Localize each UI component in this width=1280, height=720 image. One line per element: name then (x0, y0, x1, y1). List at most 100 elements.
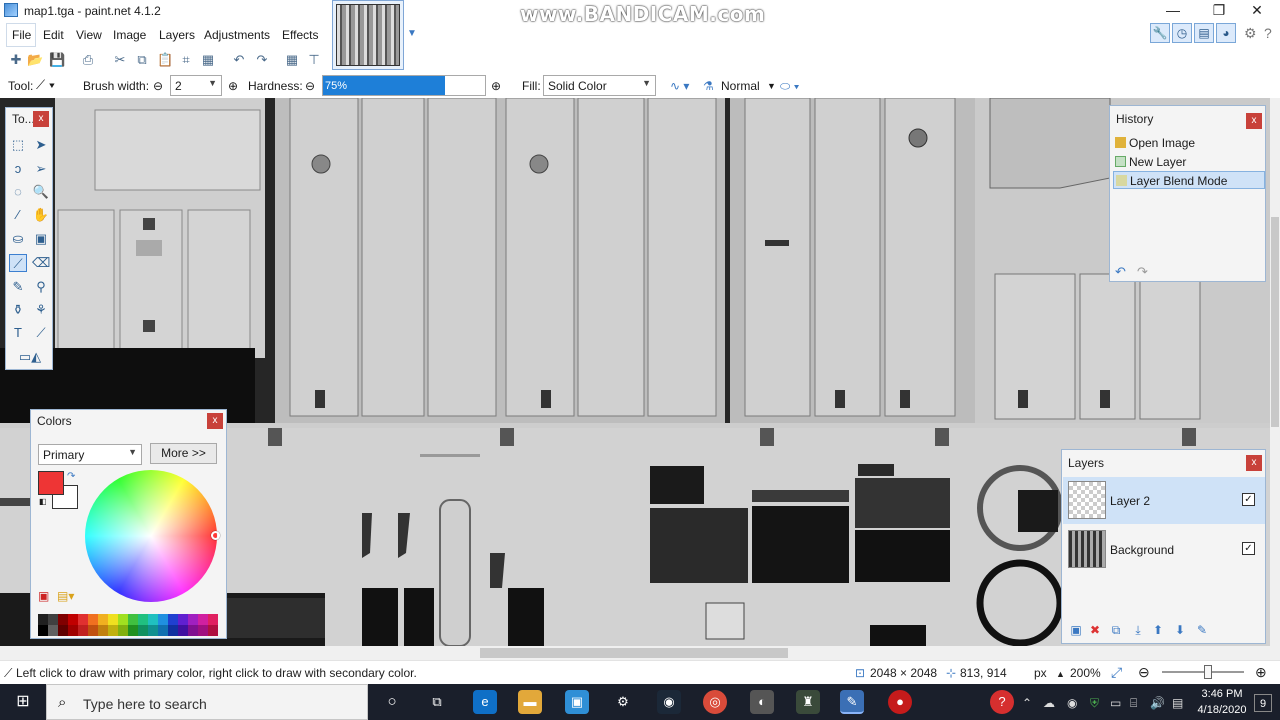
more-colors-button[interactable]: More >> (150, 443, 217, 464)
palette-color-cell[interactable] (208, 614, 218, 625)
security-tray-icon[interactable]: ⛨ (1090, 696, 1099, 711)
history-toggle-icon[interactable]: ◷ (1172, 23, 1192, 43)
palette-color-cell[interactable] (158, 625, 168, 636)
menu-image[interactable]: Image (113, 28, 146, 42)
zoom-level[interactable]: 200% (1070, 666, 1101, 680)
history-item[interactable]: Open Image (1113, 134, 1265, 152)
selection-mode-icon[interactable]: ⬭ ▾ (780, 79, 799, 94)
history-undo-icon[interactable]: ↶ (1115, 264, 1126, 280)
color-palette[interactable] (38, 614, 218, 636)
ruler-icon[interactable]: ⊤ (306, 52, 322, 68)
palette-color-cell[interactable] (198, 614, 208, 625)
paintbrush-tool-icon[interactable]: ⟋ (9, 254, 27, 272)
image-list-arrow-icon[interactable]: ▼ (407, 28, 417, 39)
undo-icon[interactable]: ↶ (231, 52, 247, 68)
move-selected-icon[interactable]: ➤ (32, 136, 50, 154)
zoom-to-window-icon[interactable]: ⤢ (1111, 664, 1122, 681)
tools-panel-close-button[interactable]: x (33, 111, 49, 127)
paste-icon[interactable]: 📋 (157, 52, 173, 68)
palette-color-cell[interactable] (188, 614, 198, 625)
line-curve-icon[interactable]: ⟋ (32, 324, 50, 342)
palette-color-cell[interactable] (168, 625, 178, 636)
shapes-icon[interactable]: ▭◭ (14, 348, 46, 366)
palette-color-cell[interactable] (138, 625, 148, 636)
blend-mode-select[interactable]: Normal (721, 79, 760, 93)
file-explorer-icon[interactable]: ▬ (518, 690, 542, 714)
edge-icon[interactable]: e (473, 690, 497, 714)
palette-color-cell[interactable] (198, 625, 208, 636)
paint-net-taskbar-icon[interactable]: ✎ (840, 690, 864, 714)
palette-color-cell[interactable] (78, 625, 88, 636)
history-item[interactable]: New Layer (1113, 153, 1265, 171)
text-icon[interactable]: T (9, 324, 27, 342)
menu-effects[interactable]: Effects (282, 28, 318, 42)
palette-color-cell[interactable] (178, 625, 188, 636)
palette-menu-icon[interactable]: ▤▾ (57, 589, 74, 603)
paint-bucket-icon[interactable]: ⛀ (9, 230, 27, 248)
move-selection-icon[interactable]: ➢ (32, 160, 50, 178)
palette-color-cell[interactable] (128, 614, 138, 625)
app-icon-recorder[interactable]: ◐ (750, 690, 774, 714)
color-wheel-handle[interactable] (211, 531, 220, 540)
tools-toggle-icon[interactable]: 🔧 (1150, 23, 1170, 43)
palette-color-cell[interactable] (48, 625, 58, 636)
redo-icon[interactable]: ↷ (254, 52, 270, 68)
palette-color-cell[interactable] (68, 625, 78, 636)
move-layer-down-icon[interactable]: ⬇ (1172, 622, 1188, 638)
palette-color-cell[interactable] (138, 614, 148, 625)
help-icon[interactable]: ? (1264, 25, 1272, 41)
onedrive-icon[interactable]: ☁ (1043, 696, 1055, 710)
close-button[interactable]: ✕ (1234, 0, 1280, 20)
merge-layer-icon[interactable]: ⤓ (1130, 622, 1146, 638)
layers-toggle-icon[interactable]: ▤ (1194, 23, 1214, 43)
reset-colors-icon[interactable]: ◧ (39, 497, 47, 506)
palette-color-cell[interactable] (38, 625, 48, 636)
copy-icon[interactable]: ⧉ (134, 52, 150, 68)
rectangle-select-icon[interactable]: ⬚ (9, 136, 27, 154)
primary-color-swatch[interactable] (38, 471, 64, 495)
menu-view[interactable]: View (76, 28, 102, 42)
chrome-icon[interactable]: ◎ (703, 690, 727, 714)
add-palette-color-icon[interactable]: ▣ (38, 589, 49, 603)
history-panel-close-button[interactable]: x (1246, 113, 1262, 129)
lasso-select-icon[interactable]: ↄ (9, 160, 27, 178)
recolor-icon[interactable]: ⚘ (32, 301, 50, 319)
palette-color-cell[interactable] (48, 614, 58, 625)
palette-color-cell[interactable] (168, 614, 178, 625)
layer-visibility-checkbox[interactable]: ✓ (1242, 493, 1255, 506)
settings-icon[interactable]: ⚙ (1244, 25, 1257, 42)
history-redo-icon[interactable]: ↷ (1137, 264, 1148, 280)
add-layer-icon[interactable]: ▣ (1068, 622, 1084, 638)
pencil-icon[interactable]: ✎ (9, 278, 27, 296)
palette-color-cell[interactable] (88, 625, 98, 636)
layer-visibility-checkbox[interactable]: ✓ (1242, 542, 1255, 555)
palette-color-cell[interactable] (128, 625, 138, 636)
store-icon[interactable]: ▣ (565, 690, 589, 714)
palette-color-cell[interactable] (58, 614, 68, 625)
deselect-icon[interactable]: ▦ (200, 52, 216, 68)
horizontal-scrollbar-thumb[interactable] (480, 648, 788, 658)
network-icon[interactable]: ⌸ (1130, 696, 1137, 711)
pan-icon[interactable]: ✋ (32, 206, 50, 224)
palette-color-cell[interactable] (38, 614, 48, 625)
grid-icon[interactable]: ▦ (284, 52, 300, 68)
zoom-icon[interactable]: 🔍 (32, 183, 50, 201)
palette-color-cell[interactable] (208, 625, 218, 636)
palette-color-cell[interactable] (108, 625, 118, 636)
gradient-icon[interactable]: ▣ (32, 230, 50, 248)
blend-mode-arrow-icon[interactable]: ▼ (767, 81, 776, 91)
fill-select[interactable]: Solid Color ▼ (543, 75, 656, 96)
palette-color-cell[interactable] (158, 614, 168, 625)
input-method-icon[interactable]: ▤ (1172, 696, 1183, 710)
app-icon-game[interactable]: ♜ (796, 690, 820, 714)
palette-color-cell[interactable] (98, 625, 108, 636)
delete-layer-icon[interactable]: ✖ (1087, 622, 1103, 638)
palette-color-cell[interactable] (148, 614, 158, 625)
increase-width-icon[interactable]: ⊕ (228, 79, 238, 93)
decrease-width-icon[interactable]: ⊖ (153, 79, 163, 93)
ellipse-select-icon[interactable]: ◌ (9, 183, 27, 201)
palette-color-cell[interactable] (58, 625, 68, 636)
cortana-icon[interactable]: ○ (380, 690, 404, 714)
move-layer-up-icon[interactable]: ⬆ (1150, 622, 1166, 638)
windows-start-icon[interactable]: ⊞ (0, 684, 46, 720)
